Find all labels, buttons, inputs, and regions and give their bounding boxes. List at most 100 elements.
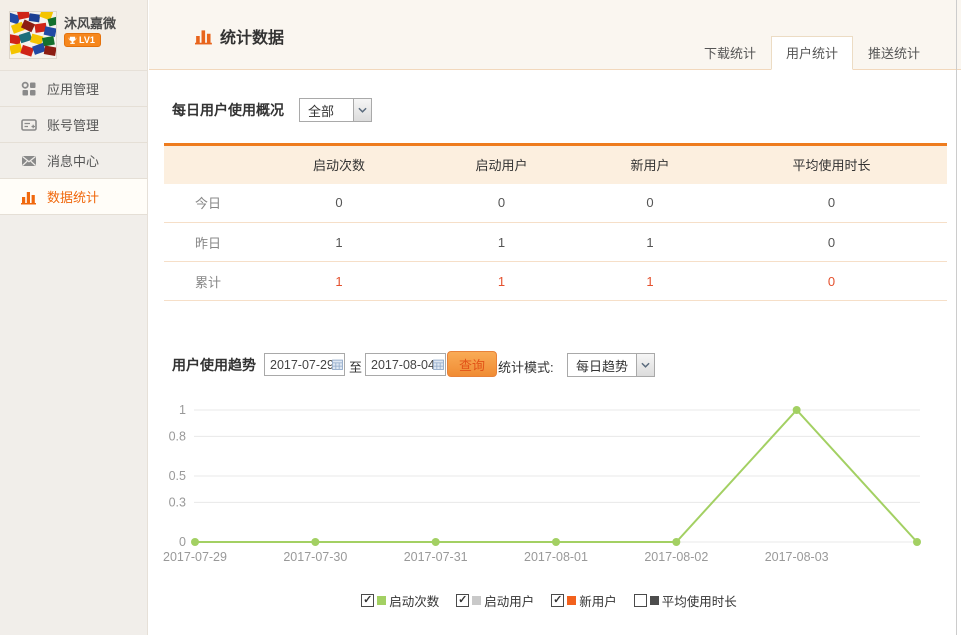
cell-value: 1: [584, 262, 716, 301]
sidebar-item-label: 消息中心: [47, 151, 99, 170]
svg-text:2017-07-30: 2017-07-30: [283, 550, 347, 564]
chart-legend: ✓ 启动次数 ✓ 启动用户 ✓ 新用户 平均使用时长: [149, 591, 949, 610]
legend-label: 启动次数: [389, 591, 439, 610]
sidebar-item-label: 账号管理: [47, 115, 99, 134]
sidebar: 沐风嘉微 LV1 应用管理 账号管理: [0, 0, 148, 635]
row-label: 昨日: [164, 223, 259, 262]
stat-mode-label: 统计模式:: [498, 357, 554, 376]
app-name: 沐风嘉微: [64, 13, 116, 32]
usage-trend-label: 用户使用趋势: [172, 355, 256, 375]
grid-icon: [21, 81, 37, 97]
daily-usage-overview-bar: 每日用户使用概况 全部: [172, 98, 372, 122]
svg-text:2017-08-01: 2017-08-01: [524, 550, 588, 564]
app-filter-select[interactable]: 全部: [299, 98, 372, 122]
svg-text:1: 1: [179, 403, 186, 417]
checkbox[interactable]: ✓: [361, 594, 374, 607]
sidebar-item-message-center[interactable]: 消息中心: [0, 143, 147, 179]
tab-bar: 下载统计 用户统计 推送统计: [689, 36, 935, 70]
date-from-input[interactable]: [270, 358, 332, 372]
tab-download-stats[interactable]: 下载统计: [689, 36, 771, 70]
legend-item-avg-duration[interactable]: 平均使用时长: [634, 591, 737, 610]
cell-value: 0: [419, 184, 584, 223]
checkbox[interactable]: ✓: [551, 594, 564, 607]
col-header-new-users: 新用户: [584, 145, 716, 184]
calendar-icon[interactable]: [433, 359, 444, 370]
cell-value: 1: [584, 223, 716, 262]
table-row-today: 今日 0 0 0 0: [164, 184, 947, 223]
query-button[interactable]: 查询: [447, 351, 497, 377]
svg-text:0.8: 0.8: [169, 429, 186, 443]
chevron-down-icon: [636, 354, 654, 376]
sidebar-item-label: 数据统计: [47, 187, 99, 206]
col-header-empty: [164, 145, 259, 184]
col-header-avg-duration: 平均使用时长: [716, 145, 947, 184]
cell-value: 0: [716, 223, 947, 262]
svg-text:2017-07-31: 2017-07-31: [404, 550, 468, 564]
legend-label: 启动用户: [484, 591, 534, 610]
legend-color-swatch: [377, 596, 386, 605]
page: 沐风嘉微 LV1 应用管理 账号管理: [0, 0, 961, 635]
legend-item-new-users[interactable]: ✓ 新用户: [551, 591, 617, 610]
svg-text:2017-08-03: 2017-08-03: [765, 550, 829, 564]
checkbox[interactable]: [634, 594, 647, 607]
envelope-icon: [21, 153, 37, 169]
cell-value: 0: [716, 262, 947, 301]
col-header-launch-users: 启动用户: [419, 145, 584, 184]
page-title-text: 统计数据: [220, 24, 284, 48]
legend-label: 新用户: [579, 591, 617, 610]
date-from-field[interactable]: [264, 353, 345, 376]
cell-value: 1: [259, 262, 419, 301]
app-logo: [9, 11, 57, 59]
usage-summary-table: 启动次数 启动用户 新用户 平均使用时长 今日 0 0 0 0 昨日 1 1 1…: [164, 143, 947, 301]
row-label: 今日: [164, 184, 259, 223]
legend-item-launch-users[interactable]: ✓ 启动用户: [456, 591, 534, 610]
svg-text:0.5: 0.5: [169, 469, 186, 483]
svg-text:0.3: 0.3: [169, 495, 186, 509]
sidebar-item-data-statistics[interactable]: 数据统计: [0, 179, 147, 215]
table-row-yesterday: 昨日 1 1 1 0: [164, 223, 947, 262]
cell-value: 0: [716, 184, 947, 223]
line-chart-canvas: 00.30.50.812017-07-292017-07-302017-07-3…: [150, 393, 950, 588]
page-title: 统计数据: [195, 24, 284, 48]
usage-trend-chart: 00.30.50.812017-07-292017-07-302017-07-3…: [150, 393, 950, 588]
tab-push-stats[interactable]: 推送统计: [853, 36, 935, 70]
table-row-total: 累计 1 1 1 0: [164, 262, 947, 301]
sidebar-item-account-management[interactable]: 账号管理: [0, 107, 147, 143]
sidebar-menu: 应用管理 账号管理 消息中心 数据统计: [0, 71, 147, 215]
level-badge: LV1: [64, 33, 101, 47]
stat-mode-selected-value: 每日趋势: [568, 354, 636, 376]
svg-text:2017-08-02: 2017-08-02: [644, 550, 708, 564]
checkbox[interactable]: ✓: [456, 594, 469, 607]
level-badge-text: LV1: [79, 35, 95, 45]
row-label: 累计: [164, 262, 259, 301]
col-header-launch-count: 启动次数: [259, 145, 419, 184]
header: 统计数据 下载统计 用户统计 推送统计: [149, 0, 961, 70]
calendar-icon[interactable]: [332, 359, 343, 370]
date-to-input[interactable]: [371, 358, 433, 372]
trophy-icon: [68, 36, 77, 45]
id-card-icon: [21, 117, 37, 133]
legend-color-swatch: [472, 596, 481, 605]
chevron-down-icon: [353, 99, 371, 121]
legend-label: 平均使用时长: [662, 591, 737, 610]
tab-user-stats[interactable]: 用户统计: [771, 36, 853, 70]
legend-color-swatch: [650, 596, 659, 605]
cell-value: 1: [419, 262, 584, 301]
table-header-row: 启动次数 启动用户 新用户 平均使用时长: [164, 145, 947, 184]
legend-color-swatch: [567, 596, 576, 605]
legend-item-launch-count[interactable]: ✓ 启动次数: [361, 591, 439, 610]
daily-usage-overview-label: 每日用户使用概况: [172, 100, 284, 120]
cell-value: 1: [259, 223, 419, 262]
sidebar-item-label: 应用管理: [47, 79, 99, 98]
mosaic-logo-image: [10, 12, 56, 58]
date-to-field[interactable]: [365, 353, 446, 376]
cell-value: 0: [584, 184, 716, 223]
bar-chart-icon: [21, 189, 37, 205]
sidebar-item-app-management[interactable]: 应用管理: [0, 71, 147, 107]
cell-value: 1: [419, 223, 584, 262]
app-info: 沐风嘉微 LV1: [0, 0, 147, 71]
date-range-to-text: 至: [349, 357, 362, 376]
stat-mode-select[interactable]: 每日趋势: [567, 353, 655, 377]
app-filter-selected-value: 全部: [300, 99, 342, 121]
svg-text:2017-07-29: 2017-07-29: [163, 550, 227, 564]
